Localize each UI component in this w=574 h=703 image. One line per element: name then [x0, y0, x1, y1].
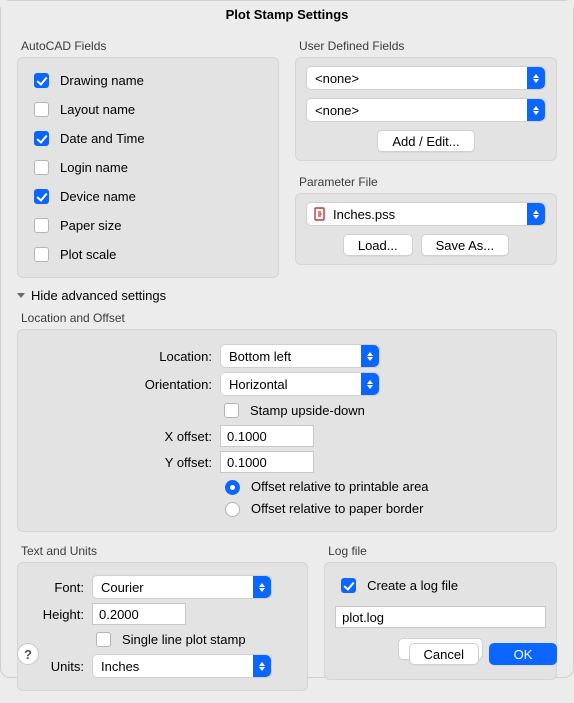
device-name-checkbox[interactable]: [34, 189, 49, 204]
help-icon: ?: [24, 647, 32, 662]
log-filename-input[interactable]: [335, 606, 546, 628]
font-label: Font:: [28, 580, 84, 595]
text-units-label: Text and Units: [17, 538, 308, 562]
stamp-upside-down-label: Stamp upside-down: [250, 403, 365, 418]
layout-name-checkbox[interactable]: [34, 102, 49, 117]
save-as-button[interactable]: Save As...: [421, 234, 510, 256]
date-time-checkbox[interactable]: [34, 131, 49, 146]
location-offset-label: Location and Offset: [17, 305, 557, 329]
user-field-2-select[interactable]: <none>: [306, 98, 546, 122]
paper-size-label: Paper size: [60, 218, 121, 233]
orientation-select[interactable]: Horizontal: [220, 372, 380, 396]
offset-printable-radio[interactable]: [225, 480, 240, 495]
plot-scale-checkbox[interactable]: [34, 247, 49, 262]
user-field-1-select[interactable]: <none>: [306, 66, 546, 90]
offset-paper-label: Offset relative to paper border: [251, 501, 423, 516]
advanced-settings-label: Hide advanced settings: [31, 288, 166, 303]
parameter-file-label: Parameter File: [295, 169, 557, 193]
login-name-checkbox[interactable]: [34, 160, 49, 175]
y-offset-label: Y offset:: [30, 455, 212, 470]
load-button[interactable]: Load...: [343, 234, 413, 256]
drawing-name-label: Drawing name: [60, 73, 144, 88]
autocad-fields-label: AutoCAD Fields: [17, 33, 279, 57]
advanced-settings-toggle[interactable]: Hide advanced settings: [17, 288, 557, 303]
location-label: Location:: [30, 349, 212, 364]
chevron-updown-icon: [361, 373, 379, 395]
autocad-fields-panel: Drawing name Layout name Date and Time L…: [17, 57, 279, 278]
paper-size-checkbox[interactable]: [34, 218, 49, 233]
parameter-file-value: Inches.pss: [333, 207, 395, 222]
font-select[interactable]: Courier: [92, 575, 272, 599]
orientation-value: Horizontal: [229, 377, 288, 392]
location-select[interactable]: Bottom left: [220, 344, 380, 368]
add-edit-button[interactable]: Add / Edit...: [377, 130, 474, 152]
log-file-label: Log file: [324, 538, 557, 562]
user-field-1-value: <none>: [315, 71, 359, 86]
location-value: Bottom left: [229, 349, 291, 364]
y-offset-input[interactable]: [220, 451, 314, 473]
create-log-label: Create a log file: [367, 578, 458, 593]
parameter-file-panel: Inches.pss Load... Save As...: [295, 193, 557, 265]
font-value: Courier: [101, 580, 144, 595]
text-units-panel: Font: Courier Height: Single line plot s…: [17, 562, 308, 691]
chevron-updown-icon: [361, 345, 379, 367]
height-input[interactable]: [92, 603, 186, 625]
date-time-label: Date and Time: [60, 131, 145, 146]
height-label: Height:: [28, 607, 84, 622]
stamp-upside-down-checkbox[interactable]: [224, 403, 239, 418]
pss-file-icon: [313, 207, 327, 221]
chevron-updown-icon: [527, 67, 545, 89]
offset-printable-label: Offset relative to printable area: [251, 479, 429, 494]
offset-paper-radio[interactable]: [225, 502, 240, 517]
drawing-name-checkbox[interactable]: [34, 73, 49, 88]
user-fields-label: User Defined Fields: [295, 33, 557, 57]
user-fields-panel: <none> <none> Add / Edit...: [295, 57, 557, 161]
x-offset-label: X offset:: [30, 429, 212, 444]
ok-button[interactable]: OK: [489, 643, 557, 665]
help-button[interactable]: ?: [17, 643, 39, 665]
plot-scale-label: Plot scale: [60, 247, 116, 262]
parameter-file-select[interactable]: Inches.pss: [306, 202, 546, 226]
orientation-label: Orientation:: [30, 377, 212, 392]
layout-name-label: Layout name: [60, 102, 135, 117]
login-name-label: Login name: [60, 160, 128, 175]
disclosure-triangle-icon: [17, 293, 25, 298]
chevron-updown-icon: [253, 576, 271, 598]
location-offset-panel: Location: Bottom left Orientation: Horiz…: [17, 329, 557, 532]
x-offset-input[interactable]: [220, 425, 314, 447]
chevron-updown-icon: [527, 99, 545, 121]
device-name-label: Device name: [60, 189, 136, 204]
create-log-checkbox[interactable]: [341, 578, 356, 593]
user-field-2-value: <none>: [315, 103, 359, 118]
chevron-updown-icon: [527, 203, 545, 225]
cancel-button[interactable]: Cancel: [409, 643, 479, 665]
window-title: Plot Stamp Settings: [1, 1, 573, 29]
